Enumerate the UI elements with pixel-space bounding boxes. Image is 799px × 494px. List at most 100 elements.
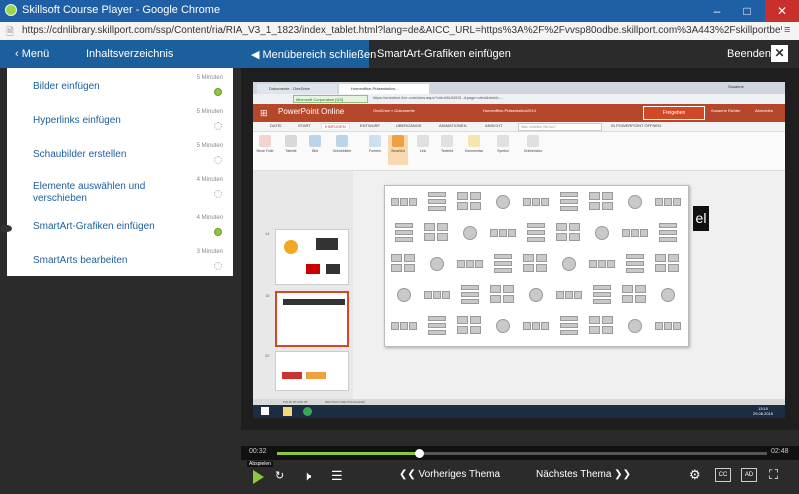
- smartart-layout-option: [457, 192, 483, 212]
- topic-label: Schaubilder erstellen: [33, 149, 127, 160]
- ribbon-label: Link: [419, 149, 427, 153]
- url-text[interactable]: https://cdnlibrary.skillport.com/ssp/Con…: [22, 25, 782, 36]
- ppt-tab: ENTWURF: [360, 123, 380, 128]
- video-url: https://onedrive.live.com/view.aspx?cid=…: [373, 95, 503, 100]
- smartart-layout-option: [457, 316, 483, 336]
- ribbon-textbox: Textfeld: [437, 135, 457, 165]
- not-started-status-icon: [214, 190, 222, 198]
- smartart-layout-option: [622, 192, 648, 212]
- volume-icon[interactable]: 🕨: [303, 468, 311, 484]
- video-browser-tabs: Dokumente - OneDrive Homeoffice-Präsenta…: [253, 82, 785, 94]
- close-menu-label: Menübereich schließen: [262, 49, 377, 61]
- close-menu-button[interactable]: ◀ Menübereich schließen: [241, 40, 376, 68]
- close-window-button[interactable]: ✕: [765, 0, 799, 22]
- exit-label[interactable]: Beenden: [727, 48, 771, 60]
- closed-captions-button[interactable]: CC: [715, 468, 731, 482]
- next-topic-label: Nächstes Thema: [536, 469, 612, 480]
- smartart-layout-option: [457, 223, 483, 243]
- topic-item-1[interactable]: Bilder einfügen 5 Minuten: [7, 70, 233, 104]
- fullscreen-icon[interactable]: ⛶: [769, 467, 778, 483]
- seek-track[interactable]: [277, 449, 767, 458]
- exit-close-icon[interactable]: ✕: [771, 45, 788, 62]
- replay-10-icon[interactable]: ↻: [275, 469, 284, 482]
- ribbon-label: Formen: [368, 149, 382, 153]
- ppt-tab: ANSICHT: [485, 123, 503, 128]
- smartart-layout-option: [622, 254, 648, 274]
- completed-status-icon: [214, 228, 222, 236]
- video-tab-1: Dokumente - OneDrive: [257, 84, 337, 94]
- smartart-layout-option: [391, 223, 417, 243]
- ribbon-label: Onlinevideo: [523, 149, 543, 153]
- next-topic-button[interactable]: Nächstes Thema ❯❯: [536, 469, 631, 480]
- seek-fill: [277, 452, 420, 455]
- smartart-layout-option: [523, 316, 549, 336]
- ribbon-label: Tabelle: [285, 149, 297, 153]
- topic-duration: 5 Minuten: [196, 143, 223, 149]
- ppt-tab: ANIMATIONEN: [439, 123, 467, 128]
- slide-number: 20: [265, 353, 270, 358]
- topic-duration: 4 Minuten: [196, 215, 223, 221]
- topic-duration: 5 Minuten: [196, 75, 223, 81]
- topic-label: Bilder einfügen: [33, 81, 100, 92]
- slide-number: 14: [265, 231, 270, 236]
- seek-handle[interactable]: [415, 449, 425, 458]
- smartart-layout-option: [424, 254, 450, 274]
- topic-duration: 3 Minuten: [196, 249, 223, 255]
- previous-topic-button[interactable]: ❮❮ Vorheriges Thema: [399, 469, 500, 480]
- chrome-taskbar-icon: [303, 407, 312, 416]
- ppt-tab: START: [298, 123, 311, 128]
- ppt-doc-name: Homeoffice-Präsentation2014: [483, 108, 536, 113]
- topic-item-3[interactable]: Schaubilder erstellen 5 Minuten: [7, 138, 233, 172]
- smartart-layout-option: [391, 254, 417, 274]
- settings-gear-icon[interactable]: ⚙: [689, 467, 701, 483]
- toc-label: Inhaltsverzeichnis: [86, 48, 174, 60]
- ppt-ribbon-tabs: DATEI START EINFÜGEN ENTWURF ÜBERGÄNGE A…: [253, 122, 785, 132]
- ribbon-new-slide: Neue Folie: [255, 135, 275, 165]
- smartart-layout-option: [589, 285, 615, 305]
- ribbon-shapes: Formen: [365, 135, 385, 165]
- windows-start-icon: [261, 407, 269, 415]
- video-address-bar: Microsoft Corporation [US] https://onedr…: [253, 94, 785, 104]
- smartart-layout-option: [424, 316, 450, 336]
- ppt-header: ⊞ PowerPoint Online OneDrive » Dokumente…: [253, 104, 785, 122]
- topic-duration: 4 Minuten: [196, 177, 223, 183]
- windows-taskbar: 13:10 29.06.2015: [253, 405, 785, 418]
- smartart-layout-option: [490, 223, 516, 243]
- smartart-layout-option: [391, 192, 417, 212]
- smartart-layout-option: [589, 254, 615, 274]
- player-header: ‹ Menü Inhaltsverzeichnis ◀ Menübereich …: [0, 40, 799, 68]
- explorer-icon: [283, 407, 292, 416]
- ribbon-label: Bild: [312, 149, 318, 153]
- smartart-layout-option: [589, 223, 615, 243]
- play-button[interactable]: [253, 470, 264, 484]
- smartart-layout-option: [457, 285, 483, 305]
- not-started-status-icon: [214, 262, 222, 270]
- ribbon-label: Neue Folie: [256, 149, 274, 153]
- transcript-icon[interactable]: ☰: [331, 468, 343, 484]
- ribbon-comment: Kommentar: [461, 135, 487, 165]
- smartart-layout-option: [655, 316, 681, 336]
- topic-item-4[interactable]: Elemente auswählen und verschieben 4 Min…: [7, 172, 233, 212]
- chrome-menu-icon[interactable]: ≡: [784, 24, 790, 36]
- minimize-icon[interactable]: –: [703, 0, 731, 22]
- elapsed-time: 00:32: [249, 448, 267, 455]
- maximize-icon[interactable]: □: [733, 0, 761, 22]
- smartart-layout-option: [556, 223, 582, 243]
- smartart-layout-option: [655, 192, 681, 212]
- topic-duration: 5 Minuten: [196, 109, 223, 115]
- topic-item-2[interactable]: Hyperlinks einfügen 5 Minuten: [7, 104, 233, 138]
- topic-label: SmartArt-Grafiken einfügen: [33, 221, 155, 232]
- menu-button[interactable]: ‹ Menü: [15, 48, 49, 60]
- audio-description-button[interactable]: AD: [741, 468, 757, 482]
- smartart-layout-option: [556, 254, 582, 274]
- topic-item-6[interactable]: SmartArts bearbeiten 3 Minuten: [7, 244, 233, 278]
- ppt-tab-insert: EINFÜGEN: [321, 123, 350, 129]
- smartart-layout-option: [589, 316, 615, 336]
- address-bar[interactable]: 🗎 https://cdnlibrary.skillport.com/ssp/C…: [0, 22, 799, 41]
- completed-status-icon: [214, 88, 222, 96]
- video-tab-2: Homeoffice-Präsentation...: [339, 84, 429, 94]
- slide-thumbnails: 14 15 20: [253, 171, 353, 399]
- smartart-layout-option: [424, 223, 450, 243]
- smartart-layout-option: [556, 192, 582, 212]
- topic-item-5-current[interactable]: SmartArt-Grafiken einfügen 4 Minuten: [1, 210, 233, 244]
